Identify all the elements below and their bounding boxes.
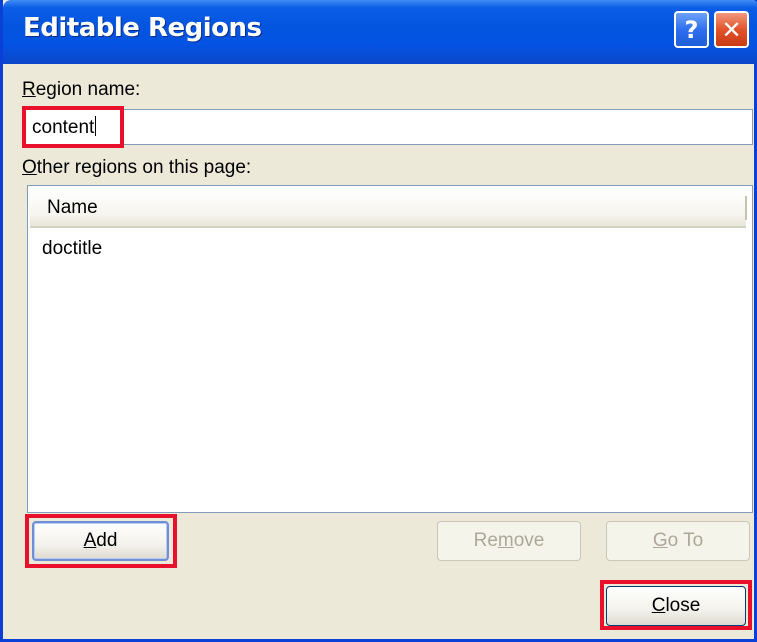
region-name-input[interactable]: content — [25, 109, 753, 145]
editable-regions-dialog: Editable Regions ? ✕ Region name: conten… — [0, 0, 757, 642]
dialog-title: Editable Regions — [23, 13, 262, 43]
help-button[interactable]: ? — [674, 11, 709, 48]
window-close-button[interactable]: ✕ — [714, 11, 749, 48]
close-button[interactable]: Close — [606, 586, 746, 626]
region-name-label: Region name: — [22, 79, 141, 100]
region-name-value: content — [32, 117, 95, 138]
column-separator — [745, 196, 747, 220]
column-header-name: Name — [47, 197, 98, 218]
go-to-button[interactable]: Go To — [606, 521, 750, 561]
other-regions-list[interactable]: Name doctitle — [27, 185, 753, 513]
list-column-header[interactable]: Name — [30, 188, 747, 228]
remove-button[interactable]: Re m ove — [437, 521, 581, 561]
text-caret — [95, 116, 97, 136]
list-item[interactable]: doctitle — [42, 238, 102, 260]
other-regions-label: Other regions on this page: — [22, 157, 252, 178]
add-button[interactable]: Add — [32, 521, 169, 561]
title-bar[interactable]: Editable Regions ? ✕ — [3, 0, 757, 64]
question-mark-icon: ? — [684, 15, 699, 44]
close-icon: ✕ — [721, 15, 742, 44]
